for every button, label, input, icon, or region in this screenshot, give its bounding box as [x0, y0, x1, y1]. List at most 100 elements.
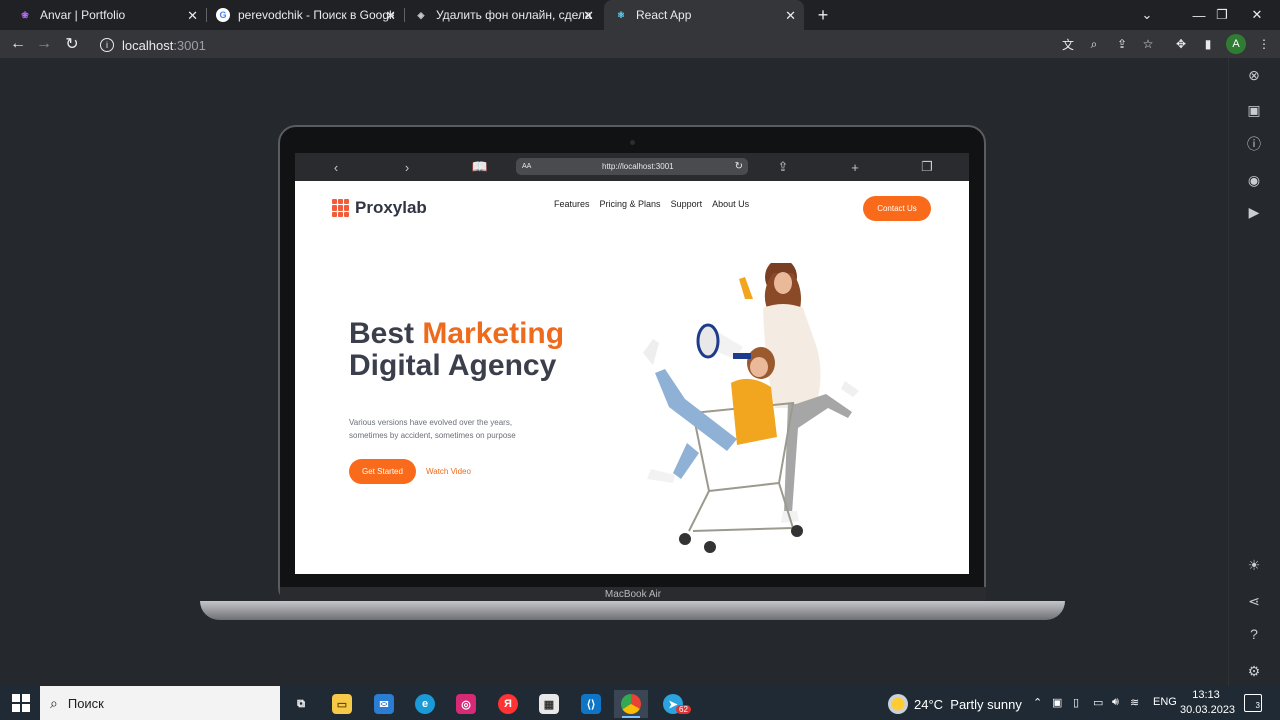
microsoft-store-icon[interactable]: ▦ — [532, 690, 566, 718]
site-info-icon[interactable]: i — [100, 38, 114, 52]
safari-address-bar[interactable]: AA http://localhost:3001 ↻ — [516, 158, 748, 175]
language-indicator[interactable]: ENG — [1153, 696, 1177, 708]
tab-react-app[interactable]: ⚛ React App ✕ — [604, 0, 804, 30]
tab-title: Anvar | Portfolio — [40, 8, 126, 22]
task-view-icon[interactable]: ⧉ — [284, 690, 318, 718]
tray-device-icon[interactable]: ▯ — [1073, 696, 1079, 709]
tab-portfolio[interactable]: ❀ Anvar | Portfolio ✕ — [8, 0, 206, 30]
close-tab-icon[interactable]: ✕ — [385, 8, 396, 24]
zoom-icon[interactable]: ⌕ — [1084, 34, 1104, 54]
tab-strip: ❀ Anvar | Portfolio ✕ G perevodchik - По… — [0, 0, 1280, 30]
close-circle-icon[interactable]: ⊗ — [1241, 63, 1267, 87]
watch-video-link[interactable]: Watch Video — [426, 467, 471, 476]
taskbar-search[interactable]: ⌕ Поиск — [40, 686, 280, 720]
clock-date: 30.03.2023 — [1180, 704, 1236, 716]
notifications-icon[interactable]: 3 — [1244, 694, 1262, 712]
partly-sunny-icon — [888, 694, 908, 714]
help-icon[interactable]: ? — [1241, 622, 1267, 646]
website-viewport: Proxylab Features Pricing & Plans Suppor… — [295, 181, 969, 574]
forward-icon[interactable]: → — [32, 33, 56, 55]
system-clock[interactable]: 13:13 30.03.2023 — [1180, 688, 1236, 718]
bookmark-star-icon[interactable]: ☆ — [1138, 34, 1158, 54]
side-panel-icon[interactable]: ▮ — [1198, 34, 1218, 54]
safari-url-text: http://localhost:3001 — [602, 162, 674, 171]
instagram-icon[interactable]: ◎ — [449, 690, 483, 718]
site-nav: Features Pricing & Plans Support About U… — [554, 199, 759, 209]
clock-time: 13:13 — [1192, 689, 1220, 701]
react-favicon-icon: ⚛ — [616, 9, 626, 20]
back-icon[interactable]: ← — [6, 33, 30, 55]
reload-icon[interactable]: ↻ — [60, 33, 84, 55]
reader-book-icon[interactable]: 📖 — [469, 156, 491, 178]
weather-widget[interactable]: 24°C Partly sunny — [888, 694, 1022, 714]
share-nodes-icon[interactable]: ⋖ — [1241, 589, 1267, 613]
close-tab-icon[interactable]: ✕ — [187, 8, 198, 24]
hero-subtitle: Various versions have evolved over the y… — [349, 418, 516, 440]
tab-removebg[interactable]: ◈ Удалить фон онлайн, сделать пр ✕ — [404, 0, 602, 30]
hero-title-accent: Marketing — [422, 317, 565, 350]
profile-avatar[interactable]: A — [1226, 34, 1246, 54]
new-tab-button[interactable]: + — [810, 0, 836, 30]
windows-start-icon[interactable] — [12, 694, 30, 712]
nav-pricing[interactable]: Pricing & Plans — [600, 199, 661, 209]
search-icon: ⌕ — [50, 694, 58, 711]
vscode-icon[interactable]: ⟨⟩ — [574, 690, 608, 718]
tab-google[interactable]: G perevodchik - Поиск в Google ✕ — [206, 0, 404, 30]
yandex-browser-icon[interactable]: Я — [491, 690, 525, 718]
battery-icon[interactable]: ▭ — [1093, 696, 1103, 709]
share-icon[interactable]: ⇪ — [1112, 34, 1132, 54]
translate-icon[interactable]: 文 — [1058, 34, 1078, 54]
safari-reload-icon[interactable]: ↻ — [735, 161, 743, 172]
tab-title: perevodchik - Поиск в Google — [238, 8, 394, 22]
network-icon[interactable]: ≋ — [1130, 696, 1139, 709]
text-size-icon[interactable]: AA — [522, 163, 531, 170]
weather-desc: Partly sunny — [950, 696, 1022, 712]
camera-dot — [630, 140, 635, 145]
logo-text: Proxylab — [355, 198, 427, 217]
extensions-icon[interactable]: ✥ — [1171, 34, 1191, 54]
safari-tabs-icon[interactable]: ❐ — [916, 156, 938, 178]
file-explorer-icon[interactable]: ▭ — [325, 690, 359, 718]
windows-taskbar: ⌕ Поиск ⧉ ▭ ✉ e ◎ Я ▦ ⟨⟩ ➤ 62 24°C Partl… — [0, 686, 1280, 720]
chrome-icon[interactable] — [614, 690, 648, 718]
hero-title: Best Marketing Digital Agency — [349, 317, 565, 382]
close-tab-icon[interactable]: ✕ — [785, 8, 796, 24]
laptop-base — [200, 601, 1065, 620]
nav-features[interactable]: Features — [554, 199, 590, 209]
site-logo[interactable]: Proxylab — [332, 198, 427, 218]
removebg-favicon-icon: ◈ — [417, 9, 425, 20]
hero-photo-women-shopping-cart — [643, 263, 859, 553]
close-window-icon[interactable]: ✕ — [1234, 0, 1280, 30]
device-viewer-sidebar: ⊗ ▣ ⓘ ◉ ▶ ☀ ⋖ ? ⚙ — [1228, 58, 1280, 686]
safari-new-tab-icon[interactable]: + — [844, 156, 866, 178]
telegram-icon[interactable]: ➤ 62 — [656, 690, 691, 718]
tray-app-icon[interactable]: ▣ — [1052, 696, 1062, 709]
weather-temp: 24°C — [914, 696, 944, 712]
close-tab-icon[interactable]: ✕ — [583, 8, 594, 24]
volume-icon[interactable]: 🔊︎ — [1112, 696, 1119, 709]
settings-gear-icon[interactable]: ⚙ — [1241, 659, 1267, 683]
edge-browser-icon[interactable]: e — [408, 690, 442, 718]
logo-grid-icon — [332, 199, 350, 217]
safari-share-icon[interactable]: ⇪ — [772, 156, 794, 178]
video-icon[interactable]: ▶ — [1241, 200, 1267, 224]
brightness-icon[interactable]: ☀ — [1241, 553, 1267, 577]
safari-back-icon[interactable]: ‹ — [325, 156, 347, 178]
portfolio-favicon-icon: ❀ — [21, 9, 29, 20]
menu-kebab-icon[interactable]: ⋮ — [1254, 34, 1274, 54]
nav-about[interactable]: About Us — [712, 199, 749, 209]
nav-support[interactable]: Support — [671, 199, 703, 209]
info-icon[interactable]: ⓘ — [1241, 132, 1267, 156]
google-favicon-icon: G — [216, 8, 230, 22]
camera-icon[interactable]: ◉ — [1241, 168, 1267, 192]
contact-us-button[interactable]: Contact Us — [863, 196, 931, 221]
device-new-icon[interactable]: ▣ — [1241, 98, 1267, 122]
tab-search-icon[interactable]: ⌄ — [1124, 0, 1170, 30]
get-started-button[interactable]: Get Started — [349, 459, 416, 484]
mail-icon[interactable]: ✉ — [367, 690, 401, 718]
tray-chevron-icon[interactable]: ⌃ — [1033, 696, 1042, 709]
tab-title: Удалить фон онлайн, сделать пр — [436, 8, 592, 22]
address-text: localhost:3001 — [122, 37, 206, 53]
safari-forward-icon[interactable]: › — [396, 156, 418, 178]
telegram-badge: 62 — [676, 705, 691, 714]
